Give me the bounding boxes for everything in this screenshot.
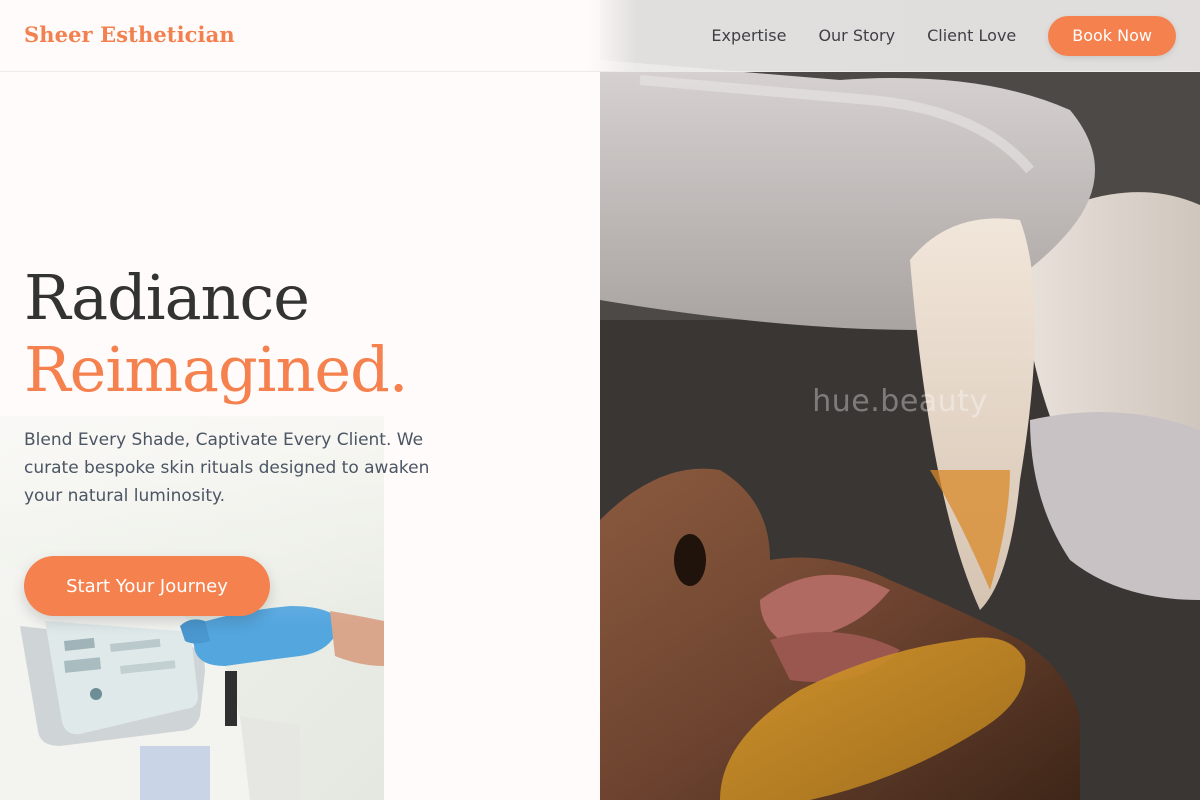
site-header: Sheer Esthetician Expertise Our Story Cl… <box>0 0 1200 72</box>
hero-headline: Radiance Reimagined. <box>24 262 584 406</box>
site-logo[interactable]: Sheer Esthetician <box>24 22 235 47</box>
book-now-button[interactable]: Book Now <box>1048 16 1176 56</box>
main-nav: Expertise Our Story Client Love Book Now <box>711 16 1176 56</box>
hero-text-block: Radiance Reimagined. Blend Every Shade, … <box>24 262 584 510</box>
headline-line-1: Radiance <box>24 261 310 334</box>
nav-link-our-story[interactable]: Our Story <box>818 16 895 56</box>
nav-link-client-love[interactable]: Client Love <box>927 16 1016 56</box>
hero-subtitle: Blend Every Shade, Captivate Every Clien… <box>24 430 430 506</box>
nav-link-expertise[interactable]: Expertise <box>711 16 786 56</box>
start-journey-button[interactable]: Start Your Journey <box>24 556 270 616</box>
hero-facial-photo: hue.beauty <box>600 0 1200 800</box>
photo-watermark: hue.beauty <box>812 384 988 419</box>
headline-line-2: Reimagined. <box>24 333 409 406</box>
landing-page: hue.beauty Sheer Esthetician Expertise O… <box>0 0 1200 800</box>
